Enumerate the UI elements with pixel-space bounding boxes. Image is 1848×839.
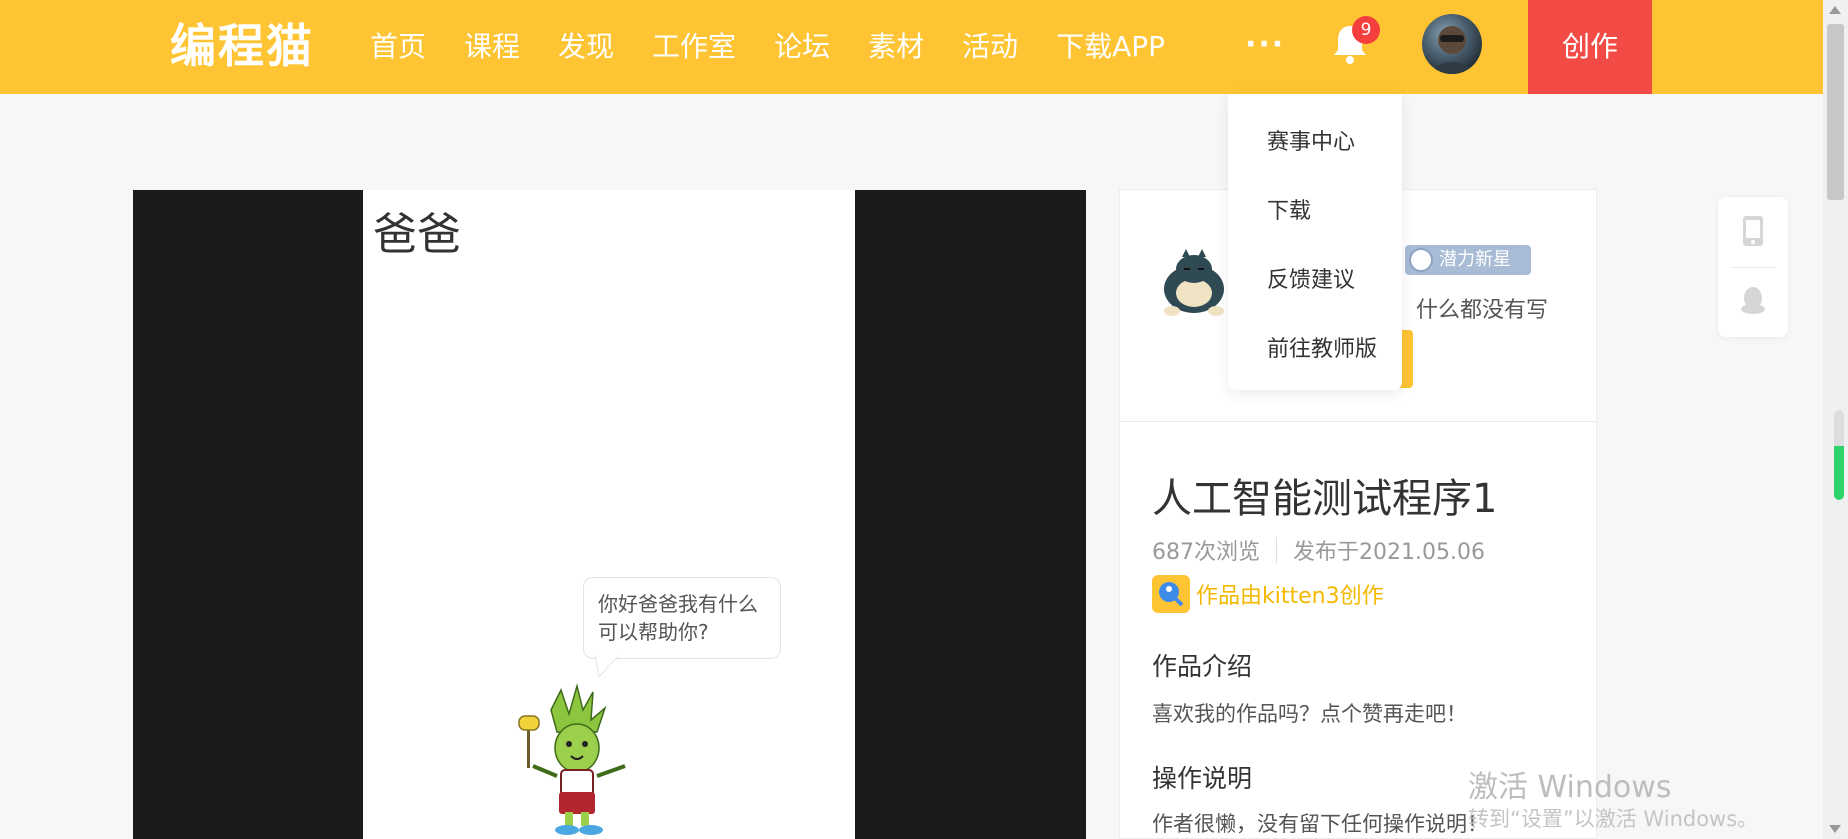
tablet-icon[interactable] (1742, 215, 1764, 247)
dropdown-item-feedback[interactable]: 反馈建议 (1267, 262, 1355, 294)
ops-text: 作者很懒，没有留下任何操作说明！ (1152, 812, 1488, 836)
scroll-down-arrow[interactable] (1829, 825, 1841, 833)
scroll-up-arrow[interactable] (1829, 6, 1841, 14)
nav-home[interactable]: 首页 (370, 0, 426, 94)
kitten-icon (1152, 575, 1190, 613)
scroll-thumb[interactable] (1827, 24, 1844, 200)
qq-icon[interactable] (1740, 285, 1766, 315)
side-divider (1730, 267, 1776, 268)
nav-courses[interactable]: 课程 (464, 0, 520, 94)
intro-text: 喜欢我的作品吗？点个赞再走吧！ (1152, 702, 1467, 726)
create-button[interactable]: 创作 (1528, 0, 1652, 94)
view-count: 687次浏览 (1152, 540, 1260, 565)
publish-date: 发布于2021.05.06 (1293, 540, 1485, 565)
site-logo[interactable]: 编程猫 (170, 18, 314, 74)
nav-forum[interactable]: 论坛 (774, 0, 830, 94)
side-progress-indicator (1834, 410, 1844, 500)
side-float-bar (1718, 197, 1788, 337)
work-meta: 687次浏览 发布于2021.05.06 (1152, 534, 1485, 566)
made-by-row[interactable]: 作品由kitten3创作 (1152, 575, 1384, 613)
nav-studio[interactable]: 工作室 (652, 0, 736, 94)
avatar-image (1432, 26, 1472, 74)
stage-title-text: 爸爸 (373, 209, 461, 260)
nav-discover[interactable]: 发现 (558, 0, 614, 94)
nav-materials[interactable]: 素材 (868, 0, 924, 94)
made-by-link[interactable]: 作品由kitten3创作 (1196, 578, 1384, 610)
work-player: 爸爸 你好爸爸我有什么 可以帮助你? (133, 190, 1086, 839)
nav-events[interactable]: 活动 (962, 0, 1018, 94)
windows-watermark-title: 激活 Windows (1468, 770, 1672, 805)
main-nav: 首页 课程 发现 工作室 论坛 素材 活动 下载APP (370, 0, 1203, 94)
author-avatar[interactable] (1158, 245, 1230, 317)
top-header: 编程猫 首页 课程 发现 工作室 论坛 素材 活动 下载APP ··· 9 创作 (0, 0, 1823, 94)
dropdown-item-contest[interactable]: 赛事中心 (1267, 124, 1355, 156)
star-icon (1409, 248, 1433, 272)
bubble-line-2: 可以帮助你? (598, 620, 709, 644)
bubble-tail (595, 655, 619, 677)
more-dropdown: 赛事中心 下载 反馈建议 前往教师版 (1228, 94, 1402, 390)
dropdown-item-teacher[interactable]: 前往教师版 (1267, 331, 1377, 363)
notification-badge: 9 (1352, 16, 1380, 44)
author-signature: 什么都没有写 (1416, 298, 1549, 323)
bubble-line-1: 你好爸爸我有什么 (598, 592, 758, 616)
windows-watermark-subtitle: 转到“设置”以激活 Windows。 (1468, 807, 1759, 831)
dropdown-item-download[interactable]: 下载 (1267, 193, 1311, 225)
nav-download-app[interactable]: 下载APP (1056, 0, 1165, 94)
user-avatar[interactable] (1422, 14, 1482, 74)
character-sprite (518, 683, 626, 835)
player-stage[interactable]: 爸爸 你好爸爸我有什么 可以帮助你? (363, 190, 855, 839)
more-menu-button[interactable]: ··· (1245, 30, 1285, 60)
ops-heading: 操作说明 (1152, 764, 1253, 793)
intro-heading: 作品介绍 (1152, 652, 1253, 681)
work-title: 人工智能测试程序1 (1152, 476, 1498, 522)
speech-bubble: 你好爸爸我有什么 可以帮助你? (583, 577, 781, 659)
meta-divider (1276, 537, 1277, 563)
